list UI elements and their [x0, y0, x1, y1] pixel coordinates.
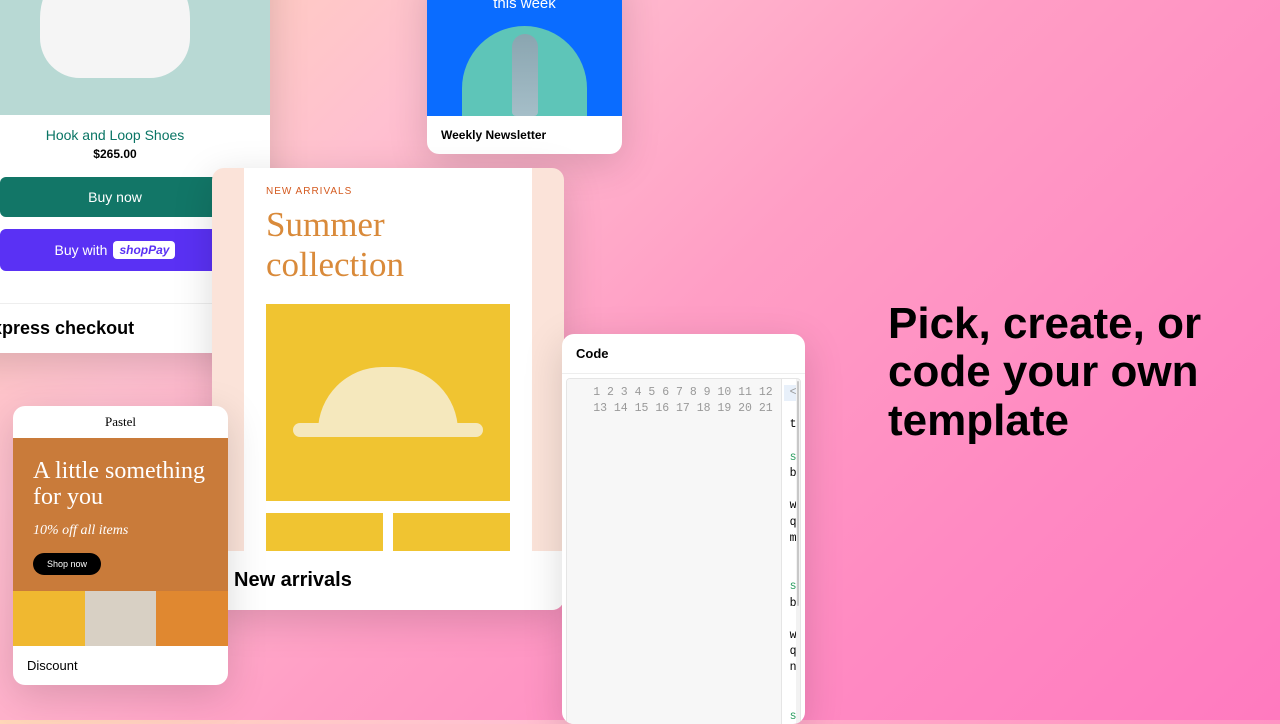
buy-with-label: Buy with — [55, 242, 108, 258]
discount-card: Pastel A little something for you 10% of… — [13, 406, 228, 685]
newsletter-footer: Weekly Newsletter — [427, 116, 622, 154]
bottle-image — [462, 26, 587, 116]
shoe-illustration — [40, 0, 190, 78]
arrivals-title: Summer collection — [266, 205, 510, 286]
discount-heading-2: for you — [33, 484, 103, 510]
product-name: Hook and Loop Shoes — [0, 127, 250, 143]
arrivals-footer: New arrivals — [212, 551, 564, 610]
discount-brand: Pastel — [13, 406, 228, 438]
code-title: Code — [562, 334, 805, 374]
shop-now-button[interactable]: Shop now — [33, 553, 101, 575]
discount-footer: Discount — [13, 646, 228, 685]
headline: Pick, create, or code your own template — [888, 300, 1280, 445]
thumb-2 — [393, 513, 510, 551]
buy-now-button[interactable]: Buy now — [0, 177, 230, 217]
discount-strip — [13, 591, 228, 646]
new-arrivals-card: NEW ARRIVALS Summer collection New arriv… — [212, 168, 564, 610]
shoppay-badge: shopPay — [113, 241, 175, 259]
buy-with-shoppay-button[interactable]: Buy with shopPay — [0, 229, 230, 271]
newsletter-line2: this week — [493, 0, 556, 12]
product-image — [0, 0, 270, 115]
product-price: $265.00 — [0, 147, 250, 161]
newsletter-hero: Hot new products this week — [427, 0, 622, 116]
discount-heading-1: A little something — [33, 458, 205, 484]
scroll-track[interactable] — [796, 379, 800, 724]
scroll-thumb[interactable] — [797, 381, 799, 606]
discount-sub: 10% off all items — [33, 523, 208, 539]
thumb-1 — [266, 513, 383, 551]
newsletter-card: Hot new products this week Weekly Newsle… — [427, 0, 622, 154]
bottle-illustration — [512, 34, 538, 116]
hat-image — [266, 304, 510, 501]
code-lines[interactable]: <div style="text- transform:uppercase;">… — [782, 379, 796, 724]
hat-illustration — [318, 367, 458, 437]
code-editor-card: Code 1 2 3 4 5 6 7 8 9 10 11 12 13 14 15… — [562, 334, 805, 724]
line-gutter: 1 2 3 4 5 6 7 8 9 10 11 12 13 14 15 16 1… — [567, 379, 782, 724]
arrivals-tag: NEW ARRIVALS — [266, 186, 510, 197]
code-body[interactable]: 1 2 3 4 5 6 7 8 9 10 11 12 13 14 15 16 1… — [566, 378, 801, 724]
discount-hero: A little something for you 10% off all i… — [13, 438, 228, 591]
